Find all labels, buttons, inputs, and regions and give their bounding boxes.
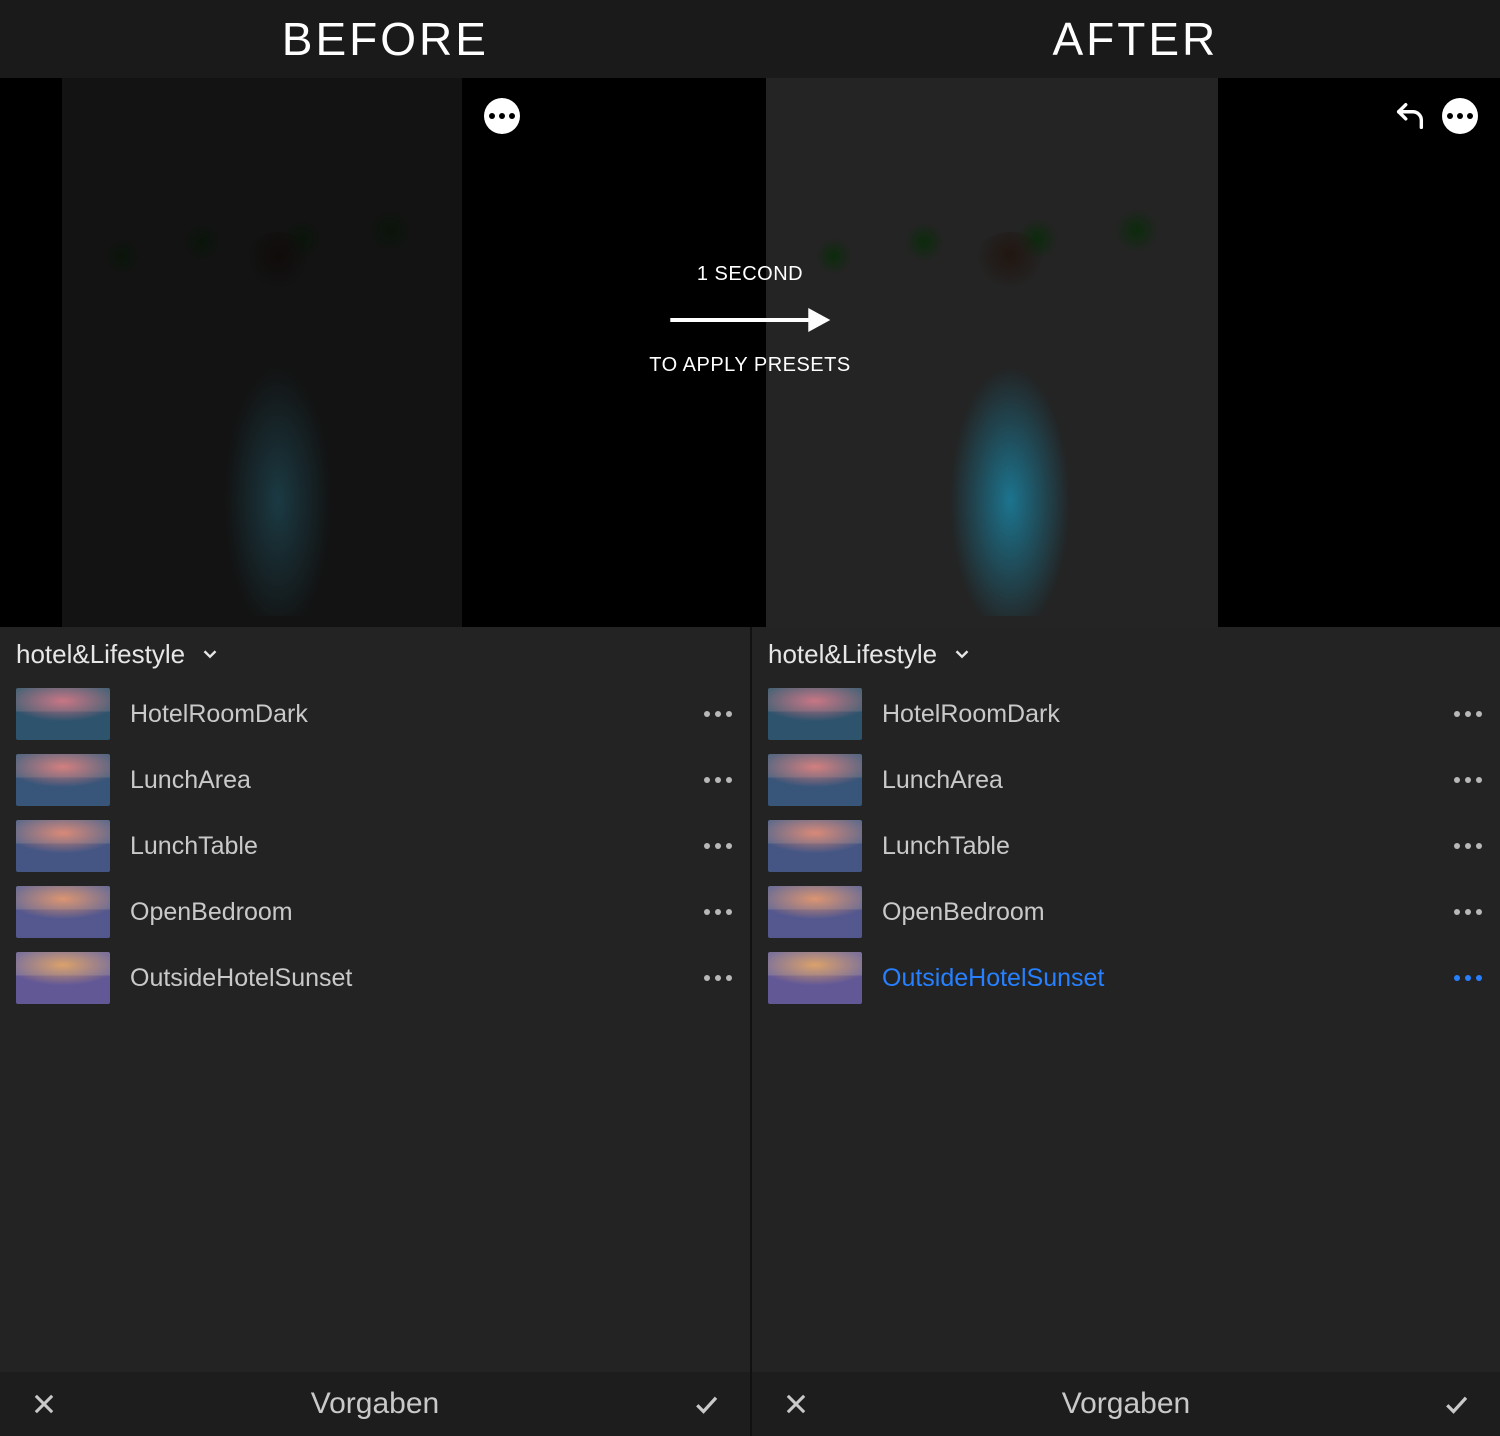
panel-footer: Vorgaben xyxy=(0,1372,750,1436)
preset-label: LunchTable xyxy=(882,832,1454,861)
annotation-bottom: TO APPLY PRESETS xyxy=(649,354,850,377)
preset-label: HotelRoomDark xyxy=(130,700,704,729)
preset-row[interactable]: OutsideHotelSunset xyxy=(752,945,1500,1011)
before-pane xyxy=(0,78,750,627)
check-icon xyxy=(691,1389,721,1419)
before-photo[interactable] xyxy=(62,78,462,627)
preset-thumbnail xyxy=(768,886,862,938)
preset-label: LunchArea xyxy=(130,766,704,795)
preset-more-button[interactable] xyxy=(704,843,732,849)
before-title: BEFORE xyxy=(282,12,489,66)
preset-label: OutsideHotelSunset xyxy=(130,964,704,993)
preset-more-button[interactable] xyxy=(1454,909,1482,915)
more-options-button[interactable] xyxy=(484,98,520,134)
preset-panel-left: hotel&Lifestyle HotelRoomDark LunchArea Lu… xyxy=(0,627,750,1436)
preset-more-button[interactable] xyxy=(1454,711,1482,717)
confirm-button[interactable] xyxy=(686,1384,726,1424)
preset-group-selector[interactable]: hotel&Lifestyle xyxy=(0,627,750,681)
preset-label: OpenBedroom xyxy=(882,898,1454,927)
preset-label: OpenBedroom xyxy=(130,898,704,927)
preset-list: HotelRoomDark LunchArea LunchTable OpenBedr… xyxy=(752,681,1500,1372)
preset-more-button[interactable] xyxy=(704,909,732,915)
transition-annotation: 1 SECOND TO APPLY PRESETS xyxy=(649,263,850,377)
confirm-button[interactable] xyxy=(1436,1384,1476,1424)
preset-row[interactable]: HotelRoomDark xyxy=(752,681,1500,747)
preset-label: LunchTable xyxy=(130,832,704,861)
after-pane xyxy=(750,78,1500,627)
preset-thumbnail xyxy=(16,886,110,938)
preset-row[interactable]: OpenBedroom xyxy=(0,879,750,945)
more-icon xyxy=(489,113,515,119)
preset-thumbnail xyxy=(768,820,862,872)
preset-more-button[interactable] xyxy=(704,777,732,783)
chevron-down-icon xyxy=(199,643,221,665)
preset-row[interactable]: LunchTable xyxy=(0,813,750,879)
preset-row[interactable]: HotelRoomDark xyxy=(0,681,750,747)
cancel-button[interactable] xyxy=(24,1384,64,1424)
preset-more-button[interactable] xyxy=(1454,777,1482,783)
preset-more-button[interactable] xyxy=(704,711,732,717)
preset-thumbnail xyxy=(16,688,110,740)
arrow-right-icon xyxy=(670,316,830,324)
preset-more-button[interactable] xyxy=(1454,843,1482,849)
preset-more-button[interactable] xyxy=(1454,975,1482,981)
preset-row[interactable]: LunchTable xyxy=(752,813,1500,879)
preset-row[interactable]: OpenBedroom xyxy=(752,879,1500,945)
close-icon xyxy=(782,1390,810,1418)
comparison-viewport: 1 SECOND TO APPLY PRESETS xyxy=(0,78,1500,627)
preset-thumbnail xyxy=(16,820,110,872)
preset-list: HotelRoomDark LunchArea LunchTable OpenBedr… xyxy=(0,681,750,1372)
undo-icon xyxy=(1393,99,1427,133)
more-options-button[interactable] xyxy=(1442,98,1478,134)
footer-title: Vorgaben xyxy=(311,1387,439,1421)
preset-thumbnail xyxy=(768,952,862,1004)
preset-row[interactable]: OutsideHotelSunset xyxy=(0,945,750,1011)
preset-thumbnail xyxy=(768,688,862,740)
preset-label: LunchArea xyxy=(882,766,1454,795)
more-icon xyxy=(1447,113,1473,119)
preset-thumbnail xyxy=(16,952,110,1004)
chevron-down-icon xyxy=(951,643,973,665)
undo-button[interactable] xyxy=(1392,98,1428,134)
preset-group-selector[interactable]: hotel&Lifestyle xyxy=(752,627,1500,681)
cancel-button[interactable] xyxy=(776,1384,816,1424)
close-icon xyxy=(30,1390,58,1418)
panel-footer: Vorgaben xyxy=(752,1372,1500,1436)
preset-row[interactable]: LunchArea xyxy=(752,747,1500,813)
after-title: AFTER xyxy=(1052,12,1218,66)
preset-thumbnail xyxy=(16,754,110,806)
preset-row[interactable]: LunchArea xyxy=(0,747,750,813)
preset-label: OutsideHotelSunset xyxy=(882,964,1454,993)
footer-title: Vorgaben xyxy=(1062,1387,1190,1421)
preset-thumbnail xyxy=(768,754,862,806)
preset-label: HotelRoomDark xyxy=(882,700,1454,729)
comparison-titlebar: BEFORE AFTER xyxy=(0,0,1500,78)
check-icon xyxy=(1441,1389,1471,1419)
preset-more-button[interactable] xyxy=(704,975,732,981)
group-name: hotel&Lifestyle xyxy=(16,639,185,670)
annotation-top: 1 SECOND xyxy=(697,263,803,286)
group-name: hotel&Lifestyle xyxy=(768,639,937,670)
preset-panel-right: hotel&Lifestyle HotelRoomDark LunchArea Lu… xyxy=(750,627,1500,1436)
